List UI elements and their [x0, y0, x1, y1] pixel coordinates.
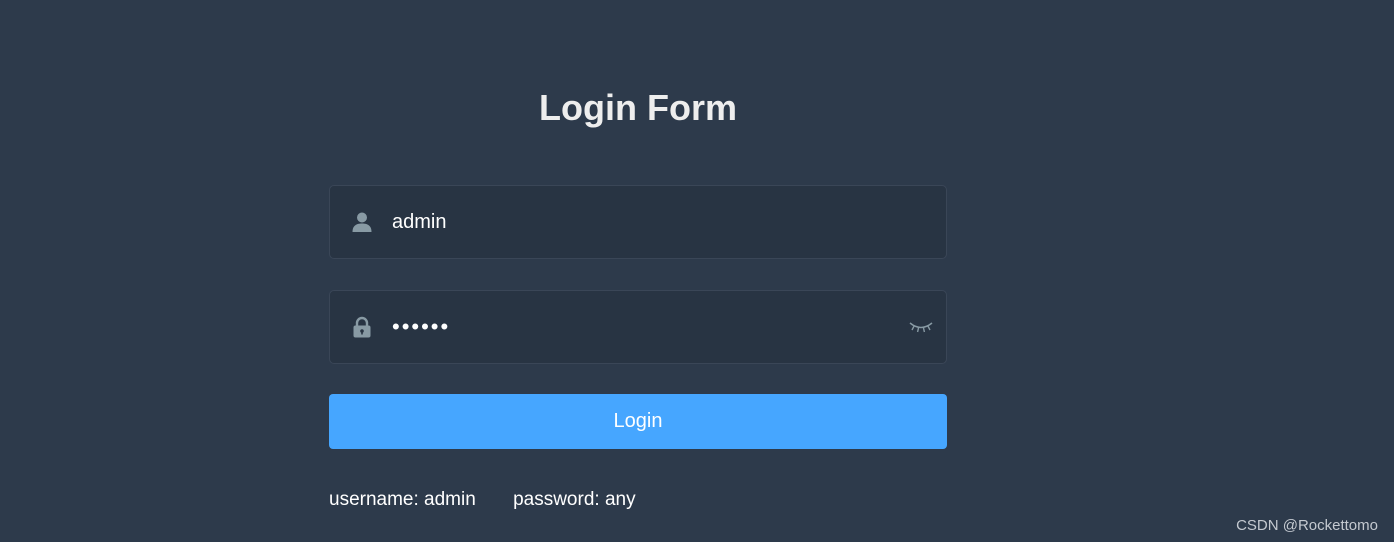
eye-closed-icon[interactable] — [909, 319, 933, 335]
password-input[interactable] — [392, 311, 892, 343]
page-title: Login Form — [539, 87, 737, 128]
username-input[interactable] — [392, 206, 892, 238]
username-field[interactable] — [329, 185, 947, 259]
login-button[interactable]: Login — [329, 394, 947, 449]
lock-icon — [353, 316, 371, 338]
watermark: CSDN @Rockettomo — [1236, 517, 1378, 534]
user-icon — [352, 212, 372, 232]
password-field[interactable] — [329, 290, 947, 364]
password-tip: password: any — [513, 489, 636, 510]
login-tips: username: admin password: any — [329, 489, 636, 511]
username-tip: username: admin — [329, 489, 476, 510]
